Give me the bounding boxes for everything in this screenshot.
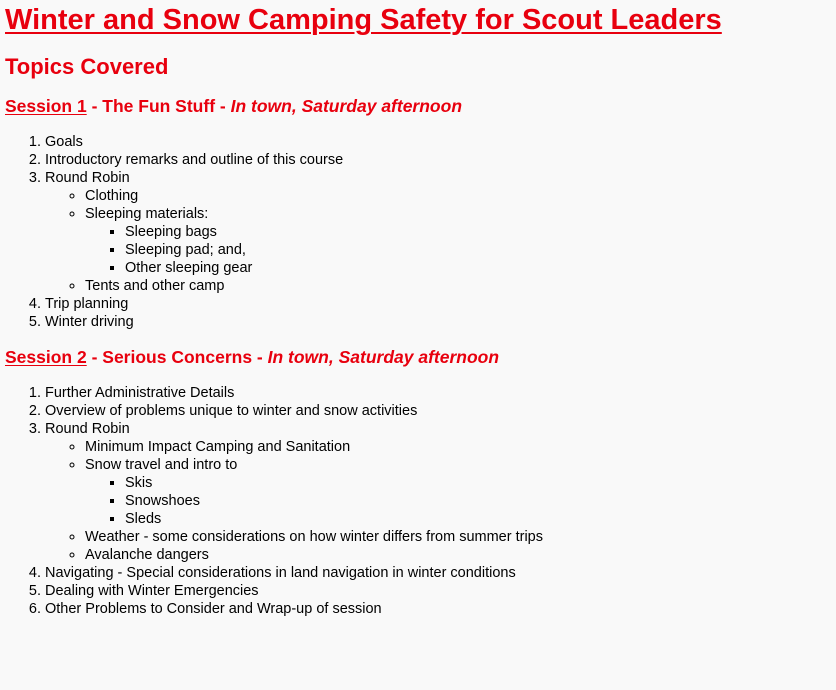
list-item: Dealing with Winter Emergencies (45, 582, 836, 600)
list-item: Weather - some considerations on how win… (85, 528, 836, 546)
list-item: Minimum Impact Camping and Sanitation (85, 438, 836, 456)
list-item-text: Round Robin (45, 421, 130, 437)
list-item-text: Skis (125, 475, 153, 491)
list-item-text: Sleeping pad; and, (125, 242, 246, 258)
list-item: Other Problems to Consider and Wrap-up o… (45, 600, 836, 618)
list-item-text: Snowshoes (125, 493, 200, 509)
list-item-text: Sleeping materials: (85, 206, 209, 222)
list-item-text: Tents and other camp (85, 278, 225, 294)
list-item-text: Round Robin (45, 170, 130, 186)
list-item: Sleeping pad; and, (125, 241, 836, 259)
session-1-place: In town, Saturday afternoon (230, 96, 463, 116)
list-item-text: Avalanche dangers (85, 547, 209, 563)
list-item: Sleeping bags (125, 223, 836, 241)
list-item: Trip planning (45, 295, 836, 313)
list-item: Navigating - Special considerations in l… (45, 564, 836, 582)
list-item: Overview of problems unique to winter an… (45, 402, 836, 420)
session-1-link[interactable]: Session 1 (5, 96, 87, 116)
list-item-text: Trip planning (45, 296, 129, 312)
title-link[interactable]: Winter and Snow Camping Safety for Scout… (5, 4, 722, 36)
session-2-place: In town, Saturday afternoon (267, 347, 500, 367)
list-item: Snow travel and intro to Skis Snowshoes … (85, 456, 836, 528)
sublist: Minimum Impact Camping and Sanitation Sn… (45, 438, 836, 564)
list-item-text: Further Administrative Details (45, 385, 235, 401)
session-2-link[interactable]: Session 2 (5, 347, 87, 367)
list-item: Further Administrative Details (45, 384, 836, 402)
list-item: Sleeping materials: Sleeping bags Sleepi… (85, 205, 836, 277)
session-2-list: Further Administrative Details Overview … (5, 384, 836, 618)
list-item-text: Winter driving (45, 314, 134, 330)
list-item: Tents and other camp (85, 277, 836, 295)
session-2-sep2: - (252, 347, 268, 367)
list-item: Goals (45, 133, 836, 151)
page-content: Winter and Snow Camping Safety for Scout… (0, 0, 836, 618)
list-item: Avalanche dangers (85, 546, 836, 564)
list-item-text: Sleeping bags (125, 224, 217, 240)
list-item-text: Introductory remarks and outline of this… (45, 152, 344, 168)
session-1-list: Goals Introductory remarks and outline o… (5, 133, 836, 331)
session-2-sep1: - (86, 347, 103, 367)
list-item-text: Navigating - Special considerations in l… (45, 565, 516, 581)
session-2-subtitle: Serious Concerns (102, 347, 253, 367)
session-2-heading: Session 2 - Serious Concerns - In town, … (5, 346, 836, 368)
sublist: Clothing Sleeping materials: Sleeping ba… (45, 187, 836, 295)
page-title: Winter and Snow Camping Safety for Scout… (5, 0, 836, 37)
list-item: Round Robin Minimum Impact Camping and S… (45, 420, 836, 564)
sublist: Sleeping bags Sleeping pad; and, Other s… (85, 223, 836, 277)
list-item-text: Sleds (125, 511, 162, 527)
list-item: Round Robin Clothing Sleeping materials:… (45, 169, 836, 295)
list-item-text: Clothing (85, 188, 139, 204)
topics-heading: Topics Covered (5, 54, 169, 79)
list-item-text: Minimum Impact Camping and Sanitation (85, 439, 351, 455)
list-item-text: Overview of problems unique to winter an… (45, 403, 418, 419)
list-item-text: Goals (45, 134, 83, 150)
list-item: Winter driving (45, 313, 836, 331)
sublist: Skis Snowshoes Sleds (85, 474, 836, 528)
list-item-text: Weather - some considerations on how win… (85, 529, 543, 545)
list-item-text: Other Problems to Consider and Wrap-up o… (45, 601, 382, 617)
session-1-heading: Session 1 - The Fun Stuff - In town, Sat… (5, 95, 836, 117)
list-item: Clothing (85, 187, 836, 205)
session-1-sep1: - (86, 96, 103, 116)
list-item-text: Snow travel and intro to (85, 457, 238, 473)
list-item: Snowshoes (125, 492, 836, 510)
list-item: Sleds (125, 510, 836, 528)
list-item-text: Other sleeping gear (125, 260, 253, 276)
list-item: Skis (125, 474, 836, 492)
session-1-subtitle: The Fun Stuff (102, 96, 216, 116)
session-1-sep2: - (215, 96, 231, 116)
list-item-text: Dealing with Winter Emergencies (45, 583, 259, 599)
list-item: Other sleeping gear (125, 259, 836, 277)
list-item: Introductory remarks and outline of this… (45, 151, 836, 169)
